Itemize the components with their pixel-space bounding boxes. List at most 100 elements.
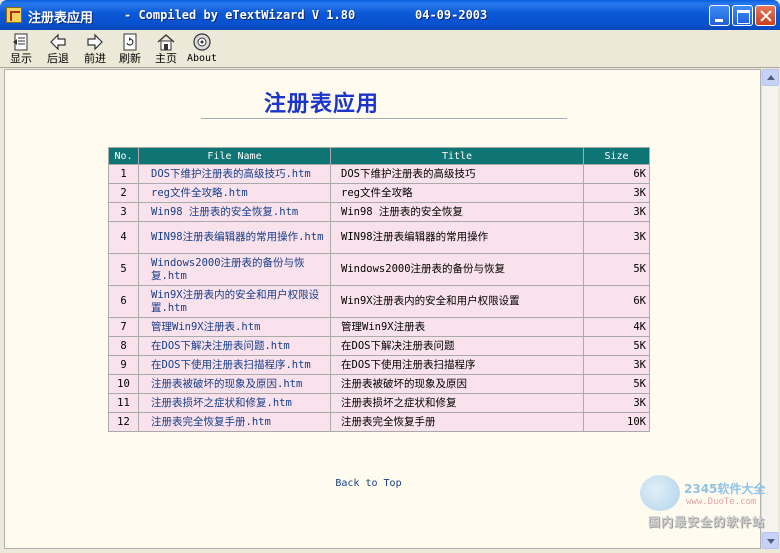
- row-size: 5K: [584, 375, 649, 393]
- row-number: 12: [109, 413, 138, 431]
- file-link[interactable]: Windows2000注册表的备份与恢复.htm: [139, 254, 330, 285]
- window-title: 注册表应用: [28, 11, 94, 26]
- toolbar: 显示 后退 前进 刷新 主页 About: [0, 30, 780, 68]
- table-row: 11 注册表损坏之症状和修复.htm 注册表损坏之症状和修复 3K: [109, 394, 649, 412]
- file-link[interactable]: 注册表被破坏的现象及原因.htm: [139, 375, 330, 393]
- row-number: 5: [109, 254, 138, 285]
- refresh-label: 刷新: [119, 52, 141, 65]
- row-number: 7: [109, 318, 138, 336]
- row-number: 6: [109, 286, 138, 317]
- forward-label: 前进: [84, 52, 106, 65]
- row-title: 在DOS下解决注册表问题: [331, 337, 583, 355]
- file-link[interactable]: Win98 注册表的安全恢复.htm: [139, 203, 330, 221]
- row-size: 6K: [584, 286, 649, 317]
- header-size: Size: [584, 148, 649, 164]
- show-icon: [13, 33, 28, 51]
- file-link[interactable]: 注册表完全恢复手册.htm: [139, 413, 330, 431]
- row-title: 在DOS下使用注册表扫描程序: [331, 356, 583, 374]
- header-file-name: File Name: [139, 148, 330, 164]
- row-size: 3K: [584, 203, 649, 221]
- row-title: Win98 注册表的安全恢复: [331, 203, 583, 221]
- table-row: 7 管理Win9X注册表.htm 管理Win9X注册表 4K: [109, 318, 649, 336]
- title-bar[interactable]: 注册表应用 - Compiled by eTextWizard V 1.80 0…: [0, 0, 780, 30]
- row-number: 8: [109, 337, 138, 355]
- table-row: 6 Win9X注册表内的安全和用户权限设置.htm Win9X注册表内的安全和用…: [109, 286, 649, 317]
- watermark-logo: 2345软件大全: [684, 482, 766, 496]
- row-title: Windows2000注册表的备份与恢复: [331, 254, 583, 285]
- row-title: 注册表损坏之症状和修复: [331, 394, 583, 412]
- file-link[interactable]: DOS下维护注册表的高级技巧.htm: [139, 165, 330, 183]
- arrow-right-icon: [87, 33, 103, 51]
- home-label: 主页: [155, 52, 177, 65]
- row-number: 11: [109, 394, 138, 412]
- row-number: 3: [109, 203, 138, 221]
- row-size: 3K: [584, 394, 649, 412]
- table-row: 5 Windows2000注册表的备份与恢复.htm Windows2000注册…: [109, 254, 649, 285]
- table-row: 12 注册表完全恢复手册.htm 注册表完全恢复手册 10K: [109, 413, 649, 431]
- file-link[interactable]: 在DOS下使用注册表扫描程序.htm: [139, 356, 330, 374]
- file-link[interactable]: WIN98注册表编辑器的常用操作.htm: [139, 222, 330, 253]
- row-size: 5K: [584, 254, 649, 285]
- watermark-domain: www.DuoTe.com: [686, 497, 757, 507]
- table-row: 9 在DOS下使用注册表扫描程序.htm 在DOS下使用注册表扫描程序 3K: [109, 356, 649, 374]
- row-title: WIN98注册表编辑器的常用操作: [331, 222, 583, 253]
- about-label: About: [186, 53, 218, 64]
- row-title: Win9X注册表内的安全和用户权限设置: [331, 286, 583, 317]
- back-button[interactable]: 后退: [44, 32, 72, 66]
- table-row: 4 WIN98注册表编辑器的常用操作.htm WIN98注册表编辑器的常用操作 …: [109, 222, 649, 253]
- scroll-up-button[interactable]: [762, 69, 779, 86]
- row-number: 2: [109, 184, 138, 202]
- header-no: No.: [109, 148, 138, 164]
- scroll-down-button[interactable]: [762, 532, 779, 549]
- file-table: No. File Name Title Size 1 DOS下维护注册表的高级技…: [108, 147, 650, 432]
- table-row: 2 reg文件全攻略.htm reg文件全攻略 3K: [109, 184, 649, 202]
- home-button[interactable]: 主页: [153, 32, 179, 66]
- watermark-mascot: [640, 475, 680, 511]
- back-to-top-link[interactable]: Back to Top: [335, 478, 401, 489]
- row-size: 10K: [584, 413, 649, 431]
- file-link[interactable]: 注册表损坏之症状和修复.htm: [139, 394, 330, 412]
- close-button[interactable]: [755, 5, 776, 26]
- about-button[interactable]: About: [186, 32, 218, 66]
- minimize-button[interactable]: [709, 5, 730, 26]
- back-label: 后退: [47, 52, 69, 65]
- table-row: 1 DOS下维护注册表的高级技巧.htm DOS下维护注册表的高级技巧 6K: [109, 165, 649, 183]
- forward-button[interactable]: 前进: [81, 32, 109, 66]
- row-size: 3K: [584, 184, 649, 202]
- title-divider: [201, 118, 567, 120]
- row-title: 注册表完全恢复手册: [331, 413, 583, 431]
- compile-date: 04-09-2003: [415, 8, 488, 22]
- row-title: reg文件全攻略: [331, 184, 583, 202]
- content-pane: 注册表应用 No. File Name Title Size 1 DOS下维护注…: [4, 69, 761, 549]
- refresh-button[interactable]: 刷新: [117, 32, 143, 66]
- file-link[interactable]: 在DOS下解决注册表问题.htm: [139, 337, 330, 355]
- arrow-left-icon: [50, 33, 66, 51]
- table-row: 3 Win98 注册表的安全恢复.htm Win98 注册表的安全恢复 3K: [109, 203, 649, 221]
- row-number: 4: [109, 222, 138, 253]
- header-title: Title: [331, 148, 583, 164]
- home-icon: [157, 34, 175, 51]
- refresh-icon: [123, 33, 137, 51]
- row-number: 1: [109, 165, 138, 183]
- file-link[interactable]: 管理Win9X注册表.htm: [139, 318, 330, 336]
- table-header-row: No. File Name Title Size: [109, 148, 649, 164]
- row-number: 9: [109, 356, 138, 374]
- app-icon: [6, 7, 22, 23]
- file-link[interactable]: reg文件全攻略.htm: [139, 184, 330, 202]
- file-link[interactable]: Win9X注册表内的安全和用户权限设置.htm: [139, 286, 330, 317]
- row-title: DOS下维护注册表的高级技巧: [331, 165, 583, 183]
- row-size: 5K: [584, 337, 649, 355]
- table-row: 10 注册表被破坏的现象及原因.htm 注册表被破坏的现象及原因 5K: [109, 375, 649, 393]
- row-size: 4K: [584, 318, 649, 336]
- row-size: 6K: [584, 165, 649, 183]
- row-size: 3K: [584, 222, 649, 253]
- watermark-tagline: 国内最安全的软件站: [648, 515, 766, 529]
- about-icon: [193, 33, 211, 51]
- row-title: 管理Win9X注册表: [331, 318, 583, 336]
- row-size: 3K: [584, 356, 649, 374]
- vertical-scrollbar[interactable]: [761, 69, 779, 549]
- compiled-by-text: - Compiled by eTextWizard V 1.80: [124, 8, 356, 22]
- show-button[interactable]: 显示: [8, 32, 34, 66]
- row-title: 注册表被破坏的现象及原因: [331, 375, 583, 393]
- maximize-button[interactable]: [732, 5, 753, 26]
